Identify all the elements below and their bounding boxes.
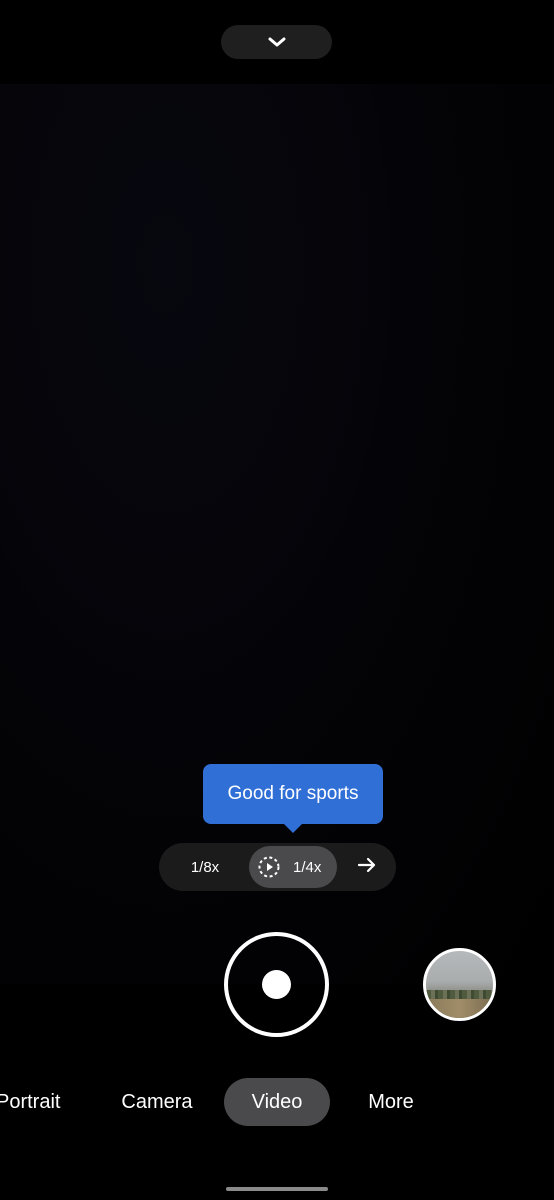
mode-camera[interactable]: Camera	[112, 1078, 202, 1126]
mode-more[interactable]: More	[360, 1078, 422, 1126]
camera-mode-bar: Portrait Camera Video More	[0, 1078, 554, 1126]
thumbnail-trees	[426, 989, 493, 1000]
home-indicator[interactable]	[226, 1187, 328, 1191]
speed-option-1-8x[interactable]: 1/8x	[173, 843, 237, 891]
tooltip-text: Good for sports	[227, 783, 359, 804]
record-dot	[262, 970, 291, 999]
slow-motion-icon	[257, 855, 281, 879]
slow-motion-speed-selector: 1/8x 1/4x	[159, 843, 396, 891]
mode-label: Camera	[121, 1090, 193, 1113]
gallery-thumbnail[interactable]	[423, 948, 496, 1021]
mode-label: Portrait	[0, 1090, 61, 1113]
speed-option-label: 1/8x	[190, 858, 220, 876]
mode-video[interactable]: Video	[224, 1078, 330, 1126]
speed-option-label: 1/4x	[293, 858, 322, 876]
chevron-down-icon	[267, 36, 287, 48]
collapse-settings-button[interactable]	[221, 25, 332, 59]
tooltip: Good for sports	[203, 764, 383, 824]
speed-option-1-4x[interactable]: 1/4x	[249, 846, 337, 888]
tooltip-arrow	[283, 823, 303, 833]
mode-portrait[interactable]: Portrait	[0, 1078, 70, 1126]
record-button[interactable]	[224, 932, 329, 1037]
mode-label: Video	[251, 1090, 303, 1113]
thumbnail-ground	[426, 999, 493, 1018]
mode-label: More	[368, 1090, 414, 1113]
arrow-right-icon	[357, 855, 377, 879]
next-speed-button[interactable]	[347, 843, 387, 891]
